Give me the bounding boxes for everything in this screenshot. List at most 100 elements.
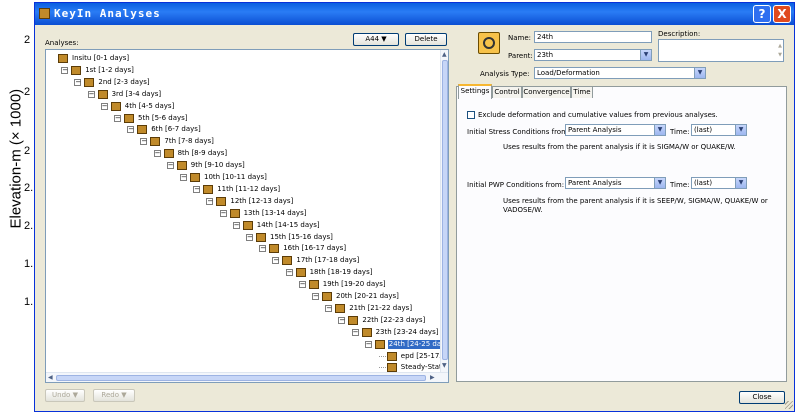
- stress-conditions-label: Initial Stress Conditions from:: [467, 128, 571, 136]
- collapse-toggle-icon[interactable]: −: [219, 209, 227, 217]
- name-input[interactable]: 24th: [534, 31, 652, 43]
- axis-tick-label: 2: [24, 145, 31, 157]
- tree-item-label: 22th [22-23 days]: [362, 315, 426, 324]
- analysis-folder-icon: [269, 244, 280, 254]
- name-label: Name:: [508, 34, 532, 42]
- stress-conditions-value: Parent Analysis: [568, 126, 622, 134]
- axis-tick-label: 1.: [24, 258, 34, 270]
- scroll-down-icon[interactable]: ▼: [442, 362, 447, 369]
- collapse-toggle-icon[interactable]: −: [127, 126, 135, 134]
- collapse-toggle-icon[interactable]: −: [351, 328, 359, 336]
- pwp-conditions-select[interactable]: Parent Analysis ▼: [565, 177, 666, 189]
- collapse-toggle-icon[interactable]: −: [325, 304, 333, 312]
- stress-time-value: (last): [694, 126, 713, 134]
- pwp-note-line-1: Uses results from the parent analysis if…: [503, 197, 768, 205]
- chevron-down-icon[interactable]: ▼: [694, 68, 705, 78]
- collapse-toggle-icon[interactable]: −: [153, 150, 161, 158]
- horizontal-scrollbar[interactable]: ◀ ▶: [46, 372, 448, 382]
- analysis-type-select[interactable]: Load/Deformation ▼: [534, 67, 706, 79]
- collapse-toggle-icon[interactable]: −: [87, 90, 95, 98]
- analysis-selector-button[interactable]: A44 ▼: [353, 33, 399, 46]
- analysis-folder-icon: [348, 315, 359, 325]
- axis-tick-label: 2.: [24, 220, 34, 232]
- collapse-toggle-icon[interactable]: −: [312, 293, 319, 300]
- delete-button[interactable]: Delete: [405, 33, 447, 46]
- help-button[interactable]: ?: [753, 5, 771, 23]
- close-window-button[interactable]: X: [773, 5, 791, 23]
- stress-time-select[interactable]: (last) ▼: [691, 124, 747, 136]
- chevron-down-icon[interactable]: ▼: [654, 178, 665, 188]
- stress-conditions-select[interactable]: Parent Analysis ▼: [565, 124, 666, 136]
- scroll-right-icon[interactable]: ▶: [430, 374, 435, 381]
- analysis-folder-icon: [203, 184, 214, 194]
- tree-item-label: 1st [1-2 days]: [85, 65, 134, 74]
- tree-item-label: 11th [11-12 days]: [217, 184, 281, 193]
- resize-grip-icon[interactable]: [785, 401, 793, 409]
- chevron-down-icon[interactable]: ▼: [735, 178, 746, 188]
- tab-settings[interactable]: Settings: [458, 84, 492, 99]
- analysis-folder-icon: [176, 161, 187, 171]
- collapse-toggle-icon[interactable]: −: [100, 102, 108, 110]
- stress-time-label: Time:: [670, 128, 690, 136]
- collapse-toggle-icon[interactable]: −: [206, 197, 214, 205]
- tree-item-label: 5th [5-6 days]: [138, 113, 188, 122]
- tree-item-label: 13th [13-14 days]: [243, 208, 307, 217]
- analysis-folder-icon: [97, 89, 108, 99]
- description-input[interactable]: ▲ ▼: [658, 39, 784, 62]
- tree-item-label: 12th [12-13 days]: [230, 196, 294, 205]
- analysis-folder-icon: [295, 268, 306, 278]
- collapse-toggle-icon[interactable]: −: [338, 316, 346, 324]
- horizontal-scroll-thumb[interactable]: [56, 375, 426, 381]
- collapse-toggle-icon[interactable]: −: [364, 340, 372, 348]
- analyses-tree[interactable]: Insitu [0-1 days] −1st [1-2 days] −2nd [2-…: [45, 49, 449, 383]
- pwp-time-select[interactable]: (last) ▼: [691, 177, 747, 189]
- analysis-folder-icon: [335, 303, 346, 313]
- tree-item-label: 8th [8-9 days]: [177, 149, 228, 158]
- tree-item-label: 9th [9-10 days]: [190, 161, 245, 170]
- scroll-left-icon[interactable]: ◀: [48, 374, 53, 381]
- collapse-toggle-icon[interactable]: −: [74, 78, 82, 86]
- collapse-toggle-icon[interactable]: −: [114, 114, 121, 122]
- pwp-time-value: (last): [694, 179, 713, 187]
- collapse-toggle-icon[interactable]: −: [61, 66, 69, 74]
- collapse-toggle-icon[interactable]: −: [180, 174, 187, 181]
- title-bar[interactable]: KeyIn Analyses ? X: [35, 3, 794, 25]
- pwp-note-line-2: VADOSE/W.: [503, 206, 543, 214]
- scroll-down-icon[interactable]: ▼: [778, 50, 782, 60]
- collapse-toggle-icon[interactable]: −: [259, 245, 267, 253]
- description-label: Description:: [658, 30, 701, 38]
- scroll-up-icon[interactable]: ▲: [442, 51, 447, 58]
- analysis-folder-icon: [190, 173, 200, 182]
- tab-time[interactable]: Time: [571, 86, 593, 98]
- collapse-toggle-icon[interactable]: −: [246, 233, 253, 241]
- analysis-folder-icon: [282, 256, 293, 266]
- tree-item-label: 7th [7-8 days]: [164, 137, 214, 146]
- collapse-toggle-icon[interactable]: −: [166, 162, 174, 170]
- undo-button[interactable]: Undo ▼: [45, 389, 85, 402]
- chevron-down-icon[interactable]: ▼: [640, 50, 651, 60]
- collapse-toggle-icon[interactable]: −: [232, 221, 240, 229]
- tree-item-label: 2nd [2-3 days]: [98, 77, 150, 86]
- tab-convergence[interactable]: Convergence: [522, 86, 571, 98]
- collapse-toggle-icon[interactable]: −: [193, 185, 201, 193]
- analysis-folder-icon: [256, 232, 266, 242]
- chevron-down-icon[interactable]: ▼: [735, 125, 746, 135]
- axis-tick-label: 2: [24, 34, 31, 46]
- collapse-toggle-icon[interactable]: −: [285, 269, 293, 277]
- redo-button[interactable]: Redo ▼: [93, 389, 135, 402]
- close-button[interactable]: Close: [739, 391, 785, 404]
- analysis-folder-icon: [308, 280, 319, 290]
- vertical-scroll-thumb[interactable]: [442, 60, 448, 360]
- tab-control[interactable]: Control: [492, 86, 522, 98]
- analyses-label: Analyses:: [45, 39, 79, 47]
- parent-select[interactable]: 23th ▼: [534, 49, 652, 61]
- collapse-toggle-icon[interactable]: −: [298, 281, 306, 289]
- chevron-down-icon[interactable]: ▼: [654, 125, 665, 135]
- pwp-conditions-value: Parent Analysis: [568, 179, 622, 187]
- vertical-scrollbar[interactable]: ▲ ▼: [440, 50, 448, 372]
- pwp-conditions-label: Initial PWP Conditions from:: [467, 181, 565, 189]
- collapse-toggle-icon[interactable]: −: [140, 138, 148, 146]
- analysis-folder-icon: [150, 137, 161, 147]
- collapse-toggle-icon[interactable]: −: [272, 257, 280, 265]
- exclude-previous-checkbox[interactable]: [467, 111, 475, 119]
